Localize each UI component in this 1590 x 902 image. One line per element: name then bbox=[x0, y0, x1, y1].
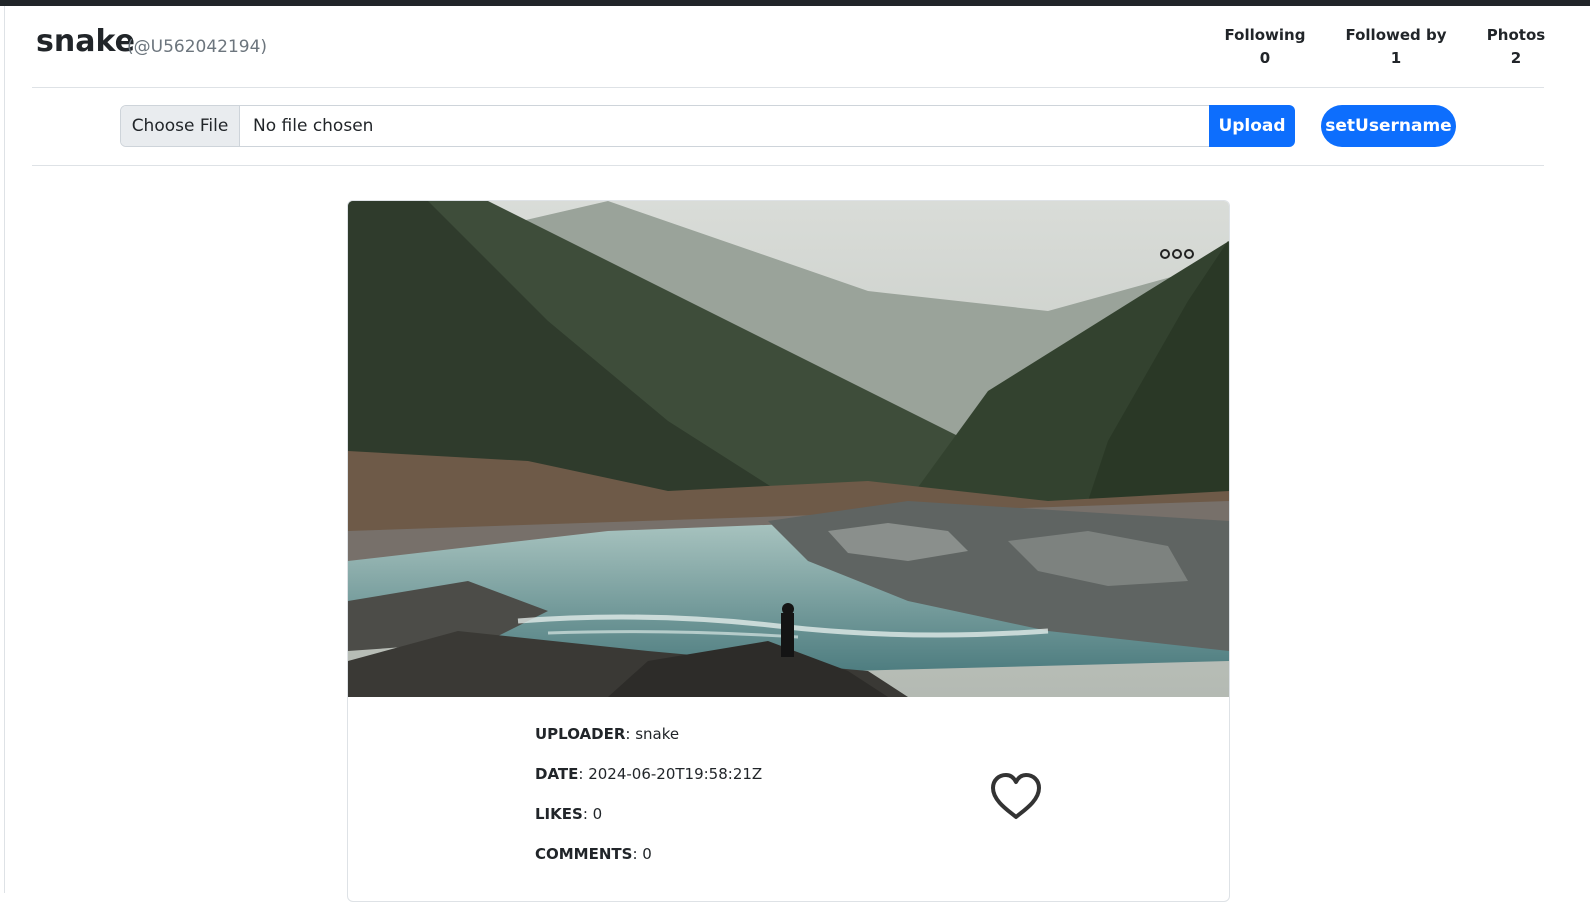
upload-button[interactable]: Upload bbox=[1209, 105, 1295, 147]
header-divider bbox=[32, 87, 1544, 88]
likes-label: LIKES bbox=[535, 805, 583, 823]
uploader-row: UPLOADER: snake bbox=[535, 725, 680, 743]
left-divider bbox=[4, 6, 5, 893]
stat-following: Following 0 bbox=[1222, 24, 1308, 70]
comments-label: COMMENTS bbox=[535, 845, 633, 863]
uploader-value: snake bbox=[635, 725, 680, 743]
comments-value: 0 bbox=[642, 845, 652, 863]
post-photo bbox=[348, 201, 1229, 697]
upload-divider bbox=[32, 165, 1544, 166]
stat-photos-value: 2 bbox=[1510, 49, 1522, 67]
file-input[interactable]: Choose File No file chosen bbox=[120, 105, 1210, 147]
comments-row: COMMENTS: 0 bbox=[535, 845, 652, 863]
stat-photos: Photos 2 bbox=[1480, 24, 1552, 70]
misty-forest-river-photo bbox=[348, 201, 1229, 697]
profile-name: snake bbox=[36, 24, 135, 59]
date-value: 2024-06-20T19:58:21Z bbox=[588, 765, 763, 783]
likes-row: LIKES: 0 bbox=[535, 805, 603, 823]
stat-followed-by-label: Followed by bbox=[1345, 26, 1447, 44]
likes-value: 0 bbox=[592, 805, 603, 823]
stat-following-value: 0 bbox=[1259, 49, 1271, 67]
date-label: DATE bbox=[535, 765, 579, 783]
profile-handle: (@U562042194) bbox=[127, 37, 268, 57]
photo-card: UPLOADER: snake DATE: 2024-06-20T19:58:2… bbox=[347, 200, 1230, 902]
set-username-button[interactable]: setUsername bbox=[1321, 105, 1456, 147]
stat-photos-label: Photos bbox=[1486, 26, 1546, 44]
stat-following-label: Following bbox=[1224, 26, 1306, 44]
date-row: DATE: 2024-06-20T19:58:21Z bbox=[535, 765, 763, 783]
heart-icon[interactable] bbox=[989, 771, 1043, 821]
stat-followed-by: Followed by 1 bbox=[1344, 24, 1448, 70]
uploader-label: UPLOADER bbox=[535, 725, 626, 743]
stat-followed-by-value: 1 bbox=[1390, 49, 1402, 67]
more-options-icon[interactable] bbox=[1160, 247, 1194, 261]
file-status-text: No file chosen bbox=[253, 116, 374, 136]
choose-file-button[interactable]: Choose File bbox=[121, 106, 240, 146]
top-bar bbox=[0, 0, 1590, 6]
